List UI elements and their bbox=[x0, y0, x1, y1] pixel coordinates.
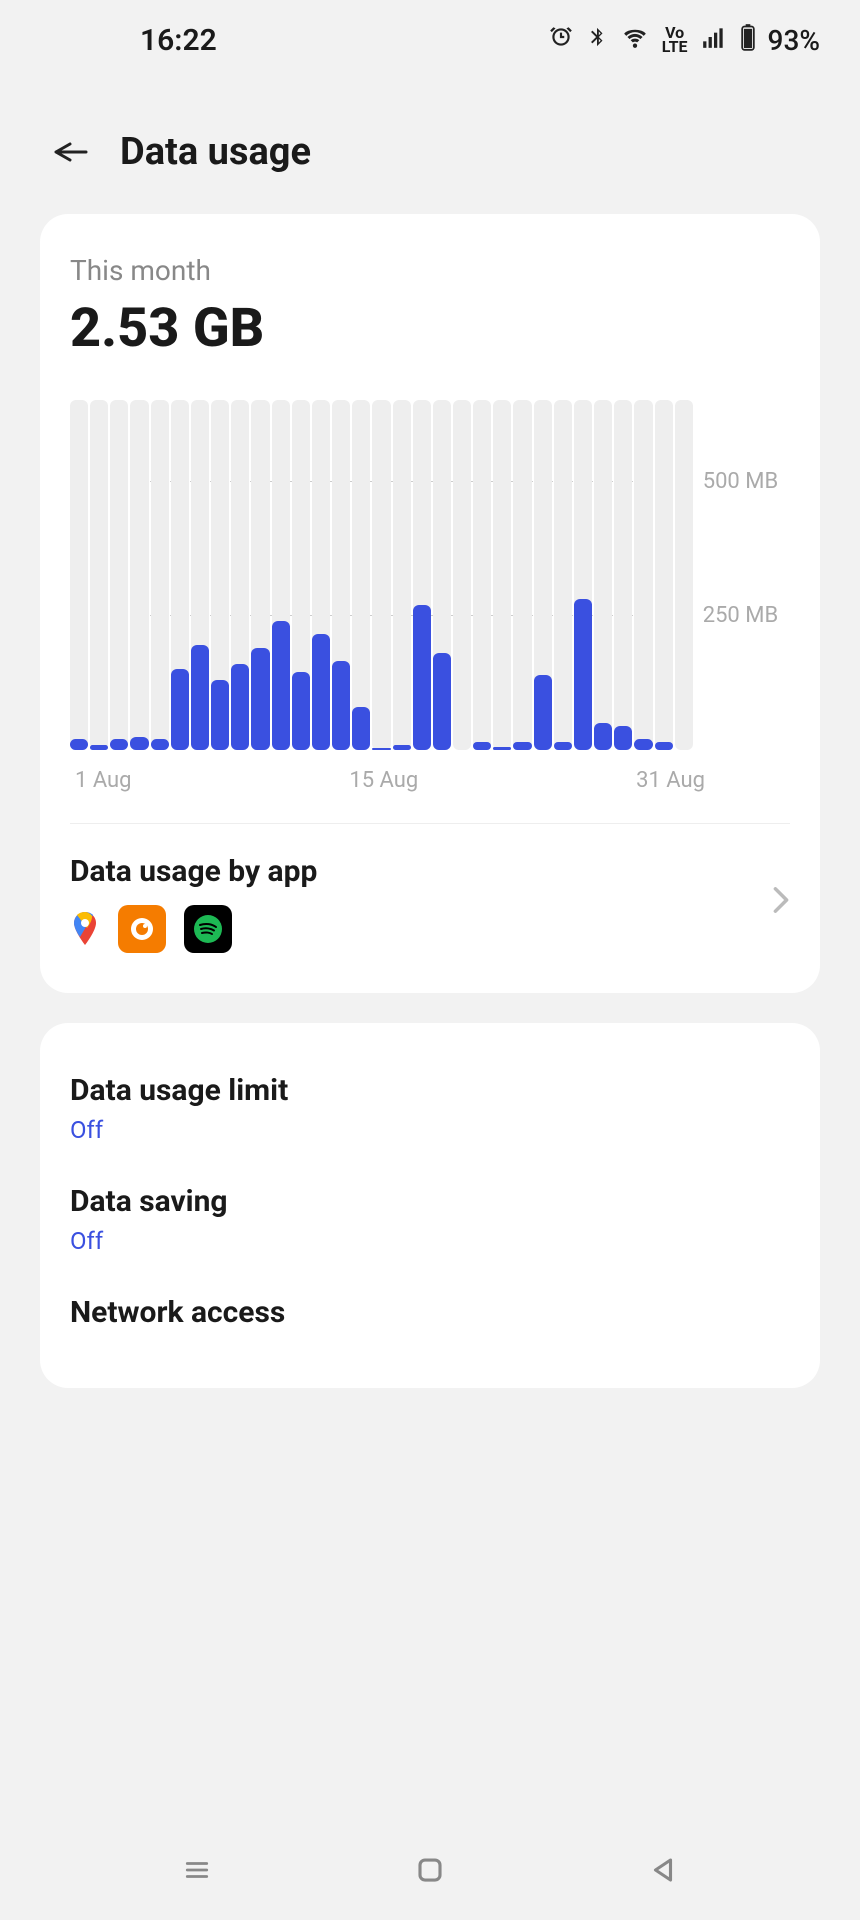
usage-summary-card: This month 2.53 GB 500 MB 250 MB 1 Aug 15 … bbox=[40, 214, 820, 993]
data-usage-limit-value: Off bbox=[70, 1116, 790, 1144]
usage-by-app-title: Data usage by app bbox=[70, 854, 317, 889]
signal-icon bbox=[700, 24, 728, 57]
chart-bar bbox=[272, 400, 290, 750]
battery-icon bbox=[740, 23, 756, 58]
chart-bar bbox=[574, 400, 592, 750]
chart-x-label: 1 Aug bbox=[75, 768, 132, 793]
chart-y-label: 500 MB bbox=[703, 469, 778, 494]
chart-bar bbox=[634, 400, 652, 750]
settings-card: Data usage limit Off Data saving Off Net… bbox=[40, 1023, 820, 1388]
chart-bar bbox=[513, 400, 531, 750]
chart-bar bbox=[433, 400, 451, 750]
chart-bar bbox=[655, 400, 673, 750]
data-saving-value: Off bbox=[70, 1227, 790, 1255]
chart-y-label: 250 MB bbox=[703, 603, 778, 628]
chart-bar bbox=[191, 400, 209, 750]
chart-bar bbox=[171, 400, 189, 750]
data-usage-limit-item[interactable]: Data usage limit Off bbox=[70, 1053, 790, 1164]
page-title: Data usage bbox=[120, 130, 311, 174]
chart-bar bbox=[453, 400, 471, 750]
app2-icon bbox=[118, 905, 166, 953]
chart-bar bbox=[251, 400, 269, 750]
chart-bar bbox=[110, 400, 128, 750]
alarm-icon bbox=[548, 24, 574, 57]
chart-bar bbox=[473, 400, 491, 750]
home-button[interactable] bbox=[412, 1852, 448, 1888]
system-nav-bar bbox=[0, 1820, 860, 1920]
chart-bar bbox=[211, 400, 229, 750]
chart-bar bbox=[90, 400, 108, 750]
recents-button[interactable] bbox=[179, 1852, 215, 1888]
back-nav-button[interactable] bbox=[645, 1852, 681, 1888]
chart-bar bbox=[231, 400, 249, 750]
chart-bar bbox=[151, 400, 169, 750]
chart-bar bbox=[413, 400, 431, 750]
total-usage: 2.53 GB bbox=[70, 297, 790, 360]
chart-bar bbox=[534, 400, 552, 750]
back-button[interactable] bbox=[50, 132, 90, 172]
app-icons bbox=[70, 905, 317, 953]
status-bar: 16:22 VoLTE 93% bbox=[0, 0, 860, 80]
data-usage-limit-title: Data usage limit bbox=[70, 1073, 790, 1108]
chart-bar bbox=[594, 400, 612, 750]
chevron-right-icon bbox=[772, 886, 790, 922]
page-header: Data usage bbox=[0, 80, 860, 214]
chart-bar bbox=[493, 400, 511, 750]
chart-bar bbox=[614, 400, 632, 750]
chart-bar bbox=[130, 400, 148, 750]
network-access-item[interactable]: Network access bbox=[70, 1275, 790, 1358]
period-label: This month bbox=[70, 254, 790, 287]
chart-x-labels: 1 Aug 15 Aug 31 Aug bbox=[70, 768, 710, 793]
spotify-icon bbox=[184, 905, 232, 953]
usage-chart: 500 MB 250 MB bbox=[70, 400, 790, 750]
chart-bar bbox=[352, 400, 370, 750]
chart-bar bbox=[332, 400, 350, 750]
data-saving-title: Data saving bbox=[70, 1184, 790, 1219]
maps-icon bbox=[70, 905, 100, 953]
wifi-icon bbox=[620, 24, 650, 57]
chart-bar bbox=[554, 400, 572, 750]
chart-x-label: 31 Aug bbox=[636, 768, 705, 793]
bluetooth-icon bbox=[586, 24, 608, 57]
volte-icon: VoLTE bbox=[662, 26, 688, 55]
divider bbox=[70, 823, 790, 824]
chart-bar bbox=[292, 400, 310, 750]
chart-bar bbox=[393, 400, 411, 750]
usage-by-app-row[interactable]: Data usage by app bbox=[70, 854, 790, 953]
data-saving-item[interactable]: Data saving Off bbox=[70, 1164, 790, 1275]
chart-bar bbox=[312, 400, 330, 750]
chart-x-label: 15 Aug bbox=[349, 768, 418, 793]
chart-bar bbox=[675, 400, 693, 750]
status-time: 16:22 bbox=[140, 23, 217, 58]
status-icons: VoLTE 93% bbox=[548, 23, 820, 58]
chart-bar bbox=[70, 400, 88, 750]
network-access-title: Network access bbox=[70, 1295, 790, 1330]
chart-bar bbox=[372, 400, 390, 750]
battery-percent: 93% bbox=[768, 24, 820, 57]
